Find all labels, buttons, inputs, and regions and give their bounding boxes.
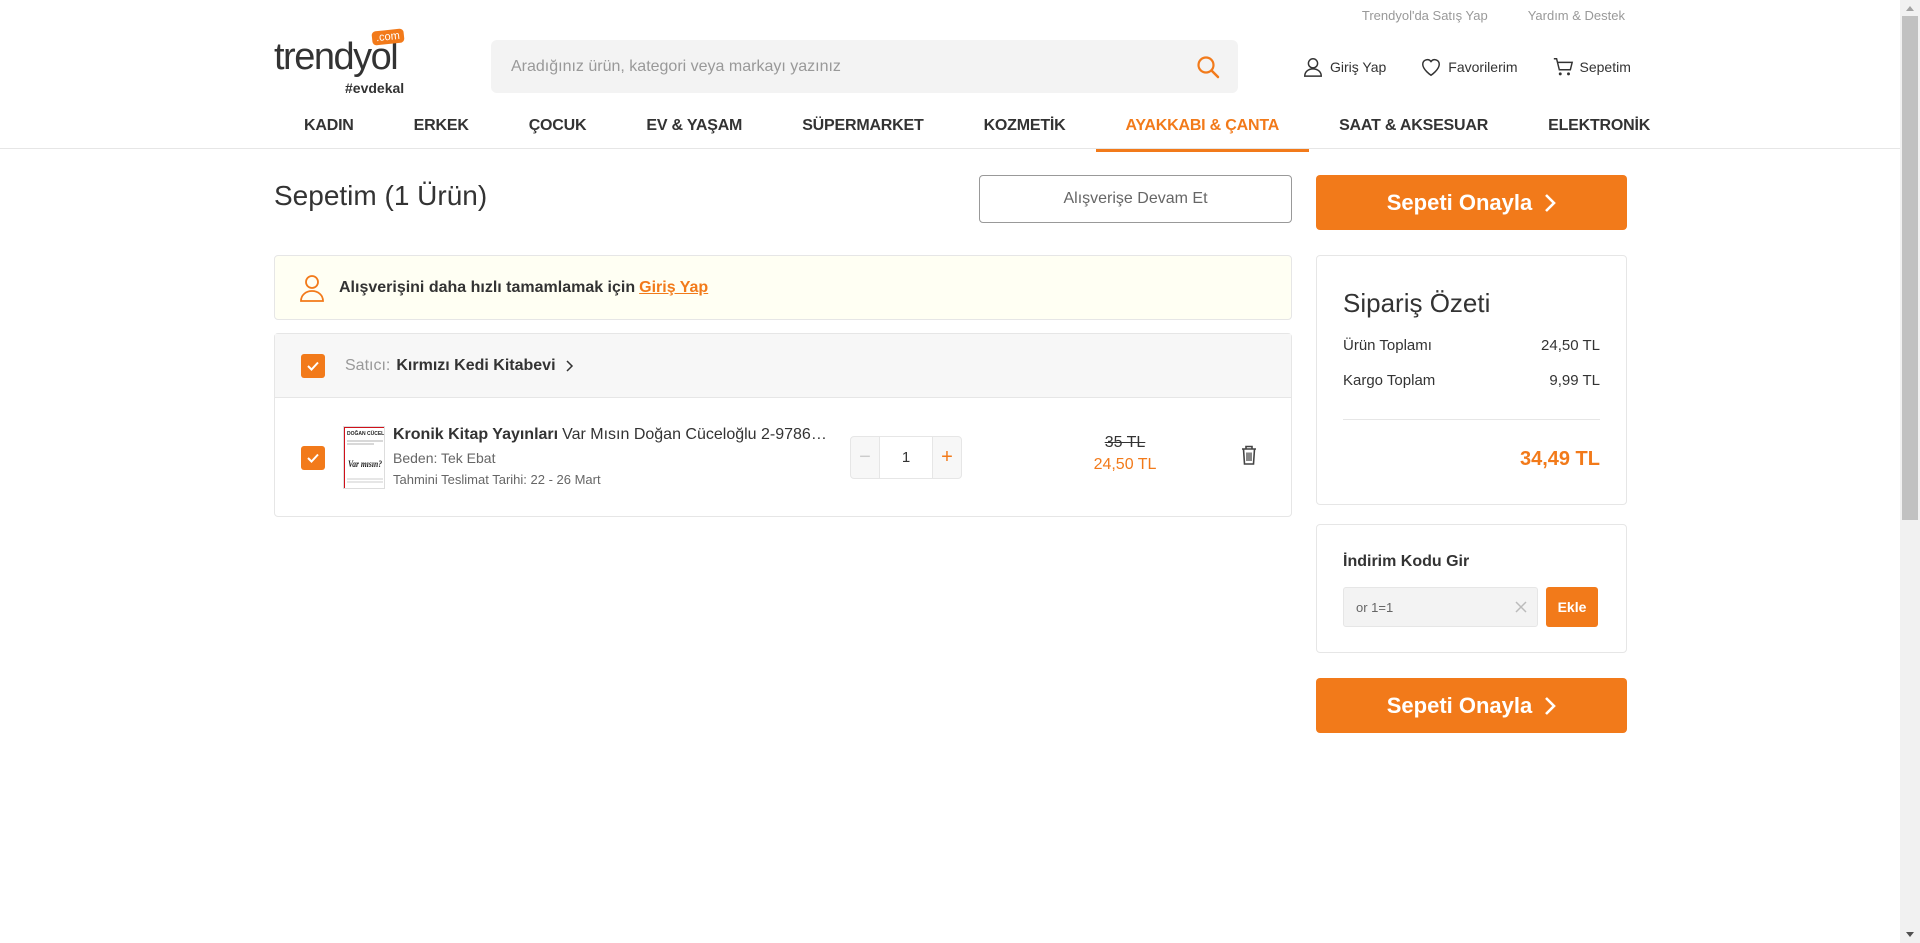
cart-icon bbox=[1553, 58, 1573, 76]
nav-item-kozmetik[interactable]: KOZMETİK bbox=[954, 110, 1096, 152]
confirm-cart-label: Sepeti Onayla bbox=[1386, 692, 1533, 718]
seller-label: Satıcı: bbox=[345, 356, 391, 374]
chevron-right-icon bbox=[1545, 696, 1557, 715]
seller-checkbox[interactable] bbox=[301, 353, 325, 378]
user-outline-icon bbox=[300, 274, 324, 302]
confirm-cart-button-bottom[interactable]: Sepeti Onayla bbox=[1316, 678, 1627, 733]
sell-on-trendyol-link[interactable]: Trendyol'da Satış Yap bbox=[1362, 8, 1488, 23]
check-icon bbox=[307, 453, 319, 463]
chevron-right-icon[interactable] bbox=[564, 359, 574, 372]
coupon-box: İndirim Kodu Gir Ekle bbox=[1316, 524, 1627, 653]
login-banner-link[interactable]: Giriş Yap bbox=[639, 279, 708, 296]
summary-shipping-label: Kargo Toplam bbox=[1343, 372, 1436, 389]
logo-com-badge: .com bbox=[371, 28, 405, 46]
close-icon[interactable] bbox=[1514, 600, 1528, 614]
top-links: Trendyol'da Satış Yap Yardım & Destek bbox=[1362, 8, 1625, 23]
summary-divider bbox=[1343, 419, 1600, 420]
search-input[interactable] bbox=[491, 40, 1171, 93]
summary-row-products: Ürün Toplamı 24,50 TL bbox=[1343, 337, 1600, 354]
nav-item-saat-aksesuar[interactable]: SAAT & AKSESUAR bbox=[1309, 110, 1518, 152]
nav-item-elektronik[interactable]: ELEKTRONİK bbox=[1518, 110, 1680, 152]
nav-item-supermarket[interactable]: SÜPERMARKET bbox=[772, 110, 953, 152]
check-icon bbox=[307, 361, 319, 371]
site-header: Trendyol'da Satış Yap Yardım & Destek tr… bbox=[0, 0, 1900, 152]
book-cover-image: DOĞAN CÜCELOĞLU Var mısın? bbox=[344, 427, 385, 488]
nav-item-kadin[interactable]: KADIN bbox=[274, 110, 384, 152]
login-banner-message: Alışverişini daha hızlı tamamlamak için bbox=[339, 278, 636, 296]
book-title-text: Var mısın? bbox=[348, 459, 382, 469]
search-icon[interactable] bbox=[1196, 55, 1220, 79]
coupon-input-wrapper bbox=[1343, 587, 1538, 627]
confirm-cart-button-top[interactable]: Sepeti Onayla bbox=[1316, 175, 1627, 230]
category-nav: KADIN ERKEK ÇOCUK EV & YAŞAM SÜPERMARKET… bbox=[274, 110, 1680, 152]
decrease-quantity-button[interactable]: − bbox=[850, 436, 880, 479]
product-size: Beden: Tek Ebat bbox=[393, 450, 496, 466]
trendyol-logo[interactable]: trendyol .com #evdekal bbox=[274, 28, 414, 96]
coupon-input[interactable] bbox=[1344, 588, 1504, 626]
header-actions: Giriş Yap Favorilerim Sepetim bbox=[1302, 56, 1631, 78]
quantity-stepper: − 1 + bbox=[850, 436, 962, 479]
confirm-cart-label: Sepeti Onayla bbox=[1386, 189, 1533, 215]
seller-row: Satıcı: Kırmızı Kedi Kitabevi bbox=[275, 334, 1291, 398]
book-author-text: DOĞAN CÜCELOĞLU bbox=[347, 429, 385, 437]
seller-name-link[interactable]: Kırmızı Kedi Kitabevi bbox=[396, 357, 555, 375]
delivery-estimate: Tahmini Teslimat Tarihi: 22 - 26 Mart bbox=[393, 472, 601, 487]
cart-label: Sepetim bbox=[1579, 59, 1631, 75]
logo-hashtag: #evdekal bbox=[345, 80, 405, 96]
favorites-button[interactable]: Favorilerim bbox=[1420, 56, 1518, 78]
user-icon bbox=[1304, 58, 1322, 77]
login-button[interactable]: Giriş Yap bbox=[1302, 56, 1386, 78]
scroll-down-arrow-icon[interactable] bbox=[1900, 927, 1920, 943]
order-summary-title: Sipariş Özeti bbox=[1343, 288, 1491, 318]
discounted-price: 24,50 TL bbox=[1093, 456, 1157, 473]
favorites-label: Favorilerim bbox=[1448, 59, 1518, 75]
nav-item-ayakkabi-canta[interactable]: AYAKKABI & ÇANTA bbox=[1095, 110, 1310, 152]
summary-products-value: 24,50 TL bbox=[1541, 337, 1600, 354]
summary-products-label: Ürün Toplamı bbox=[1343, 337, 1432, 354]
item-checkbox[interactable] bbox=[301, 445, 325, 470]
coupon-row: Ekle bbox=[1343, 587, 1600, 627]
original-price: 35 TL bbox=[1104, 434, 1146, 451]
product-info: Kronik Kitap Yayınları Var Mısın Doğan Cü… bbox=[393, 426, 853, 487]
help-support-link[interactable]: Yardım & Destek bbox=[1528, 8, 1625, 23]
product-prices: 35 TL 24,50 TL bbox=[1065, 434, 1185, 474]
scroll-up-arrow-icon[interactable] bbox=[1900, 0, 1920, 16]
login-banner-text: Alışverişini daha hızlı tamamlamak için G… bbox=[339, 279, 708, 297]
product-thumbnail[interactable]: DOĞAN CÜCELOĞLU Var mısın? bbox=[343, 426, 385, 489]
nav-item-erkek[interactable]: ERKEK bbox=[384, 110, 499, 152]
cart-button[interactable]: Sepetim bbox=[1552, 56, 1631, 78]
scrollbar-thumb[interactable] bbox=[1902, 16, 1918, 520]
summary-total: 34,49 TL bbox=[1519, 448, 1600, 470]
apply-coupon-button[interactable]: Ekle bbox=[1546, 587, 1598, 627]
trash-icon[interactable] bbox=[1239, 444, 1259, 466]
summary-shipping-value: 9,99 TL bbox=[1549, 372, 1600, 389]
coupon-title: İndirim Kodu Gir bbox=[1343, 553, 1470, 570]
order-summary: Sipariş Özeti Ürün Toplamı 24,50 TL Karg… bbox=[1316, 255, 1627, 505]
increase-quantity-button[interactable]: + bbox=[932, 436, 962, 479]
search-bar bbox=[491, 40, 1238, 93]
cart-item-row: DOĞAN CÜCELOĞLU Var mısın? Kronik Kitap … bbox=[275, 398, 1291, 517]
chevron-right-icon bbox=[1545, 193, 1557, 212]
heart-icon bbox=[1422, 58, 1441, 77]
login-label: Giriş Yap bbox=[1330, 59, 1387, 75]
cart-group: Satıcı: Kırmızı Kedi Kitabevi DOĞAN CÜCE… bbox=[274, 333, 1292, 517]
nav-item-cocuk[interactable]: ÇOCUK bbox=[499, 110, 617, 152]
page-scrollbar[interactable] bbox=[1900, 0, 1920, 943]
product-brand: Kronik Kitap Yayınları bbox=[393, 426, 559, 443]
product-name: Var Mısın Doğan Cüceloğlu 2-9786… bbox=[562, 426, 827, 443]
product-title[interactable]: Kronik Kitap Yayınları Var Mısın Doğan Cü… bbox=[393, 426, 853, 444]
continue-shopping-button[interactable]: Alışverişe Devam Et bbox=[979, 175, 1292, 223]
quantity-value[interactable]: 1 bbox=[880, 436, 932, 479]
login-banner: Alışverişini daha hızlı tamamlamak için G… bbox=[274, 255, 1292, 320]
summary-row-shipping: Kargo Toplam 9,99 TL bbox=[1343, 372, 1600, 389]
page-title: Sepetim (1 Ürün) bbox=[274, 180, 488, 211]
nav-item-ev-yasam[interactable]: EV & YAŞAM bbox=[616, 110, 772, 152]
